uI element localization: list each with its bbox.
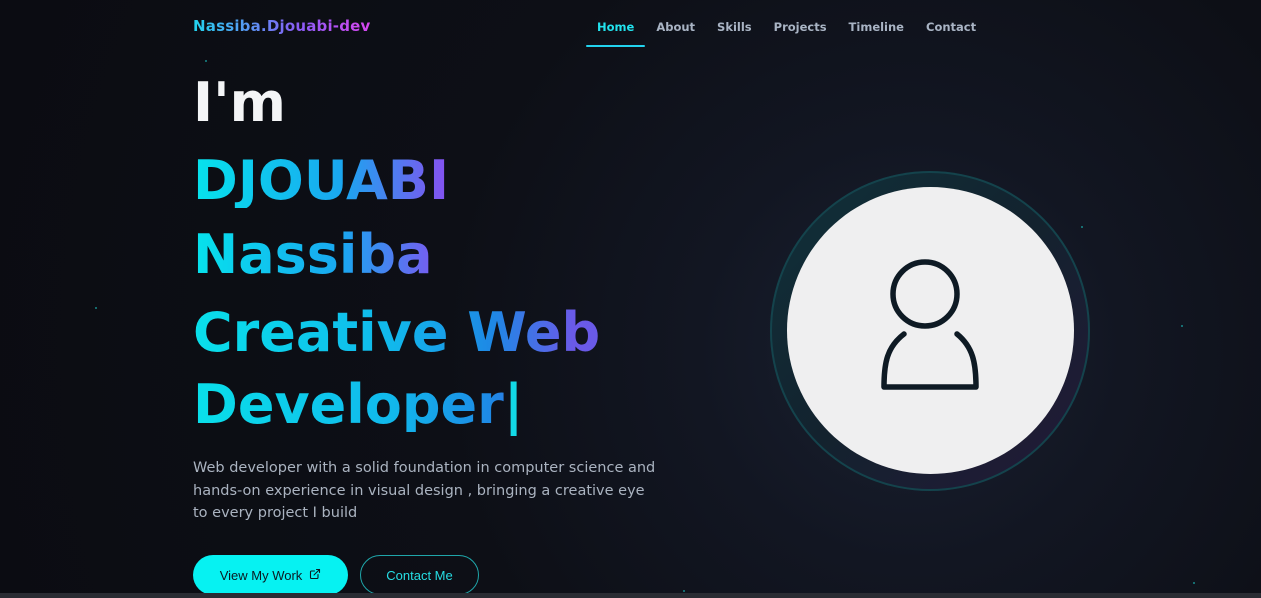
nav-skills[interactable]: Skills — [706, 19, 763, 47]
horizontal-scrollbar[interactable] — [0, 593, 1261, 598]
hero-firstname-text: Nassiba — [193, 223, 433, 286]
star-dot — [1081, 226, 1083, 228]
hero-surname-text: DJOUABI — [193, 149, 450, 212]
nav-contact[interactable]: Contact — [915, 19, 987, 47]
hero-intro: I'm — [193, 71, 286, 134]
main-nav: Home About Skills Projects Timeline Cont… — [586, 19, 987, 47]
star-dot — [205, 60, 207, 62]
hero-role-line1-text: Creative Web — [193, 301, 601, 364]
star-dot — [1193, 582, 1195, 584]
hero-description: Web developer with a solid foundation in… — [193, 460, 656, 521]
contact-me-button[interactable]: Contact Me — [360, 555, 479, 595]
site-logo[interactable]: Nassiba.Djouabi-dev — [193, 17, 371, 35]
hero-role-line1: Creative Web — [193, 306, 600, 360]
avatar — [787, 187, 1074, 474]
user-icon — [871, 258, 991, 403]
hero-surname: DJOUABI — [193, 154, 449, 208]
typing-cursor: | — [503, 373, 524, 436]
nav-about[interactable]: About — [645, 19, 706, 47]
external-link-icon — [309, 568, 321, 583]
hero-role-line2-text: Developer — [193, 373, 504, 436]
hero-firstname: Nassiba — [193, 228, 433, 282]
page: Nassiba.Djouabi-dev Home About Skills Pr… — [0, 0, 1261, 598]
view-my-work-label: View My Work — [219, 567, 303, 583]
nav-projects[interactable]: Projects — [763, 19, 838, 47]
star-dot — [95, 307, 97, 309]
nav-timeline[interactable]: Timeline — [838, 19, 915, 47]
hero-role-line2: Developer| — [193, 378, 524, 432]
view-my-work-button[interactable]: View My Work — [193, 555, 348, 595]
nav-home[interactable]: Home — [586, 19, 646, 47]
star-dot — [683, 590, 685, 592]
star-dot — [1181, 325, 1183, 327]
